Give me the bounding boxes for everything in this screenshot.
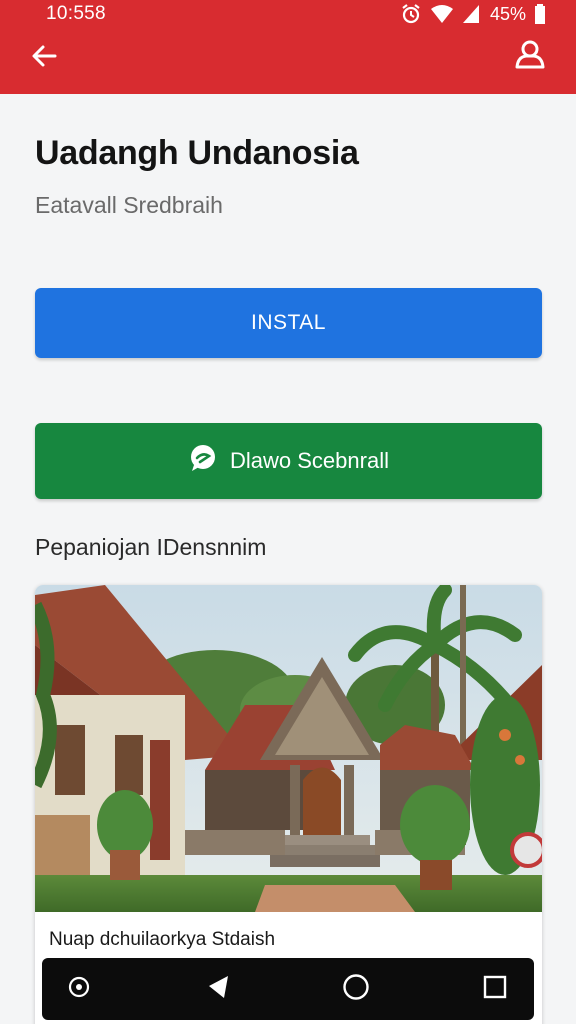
- app-developer[interactable]: Eatavall Sredbraih: [35, 192, 223, 219]
- secondary-action-button[interactable]: Dlawo Scebnrall: [35, 423, 542, 499]
- signal-icon: [462, 4, 480, 24]
- settings-dot-icon: [67, 975, 91, 1004]
- account-button[interactable]: [512, 38, 548, 74]
- card-caption: Nuap dchuilaorkya Stdaish: [49, 929, 276, 950]
- home-circle-icon: [342, 973, 370, 1006]
- battery-icon: [534, 4, 546, 24]
- arrow-left-icon: [30, 42, 58, 75]
- nav-back-button[interactable]: [193, 964, 243, 1014]
- house-photo: [35, 585, 542, 912]
- recents-square-icon: [483, 975, 507, 1004]
- nav-settings-button[interactable]: [54, 964, 104, 1014]
- back-triangle-icon: [205, 974, 231, 1005]
- battery-percent: 45%: [489, 3, 526, 24]
- back-button[interactable]: [26, 40, 62, 76]
- wifi-icon: [430, 4, 454, 24]
- alarm-icon: [400, 3, 422, 25]
- status-time: 10:558: [46, 3, 106, 24]
- secondary-action-label: Dlawo Scebnrall: [230, 448, 389, 473]
- nav-recents-button[interactable]: [470, 964, 520, 1014]
- section-heading: Pepaniojan IDensnnim: [35, 534, 267, 560]
- install-button[interactable]: INSTAL: [35, 288, 542, 358]
- app-bar: 10:558 45%: [0, 0, 576, 94]
- nav-home-button[interactable]: [331, 964, 381, 1014]
- app-title: Uadangh Undanosia: [35, 134, 359, 172]
- chat-bubble-icon: [188, 443, 218, 479]
- status-icons: 45%: [400, 3, 546, 25]
- install-button-label: INSTAL: [251, 311, 326, 334]
- user-icon: [514, 38, 546, 75]
- app-detail-content: Uadangh Undanosia Eatavall Sredbraih INS…: [0, 94, 576, 1024]
- system-nav-bar: [42, 958, 534, 1020]
